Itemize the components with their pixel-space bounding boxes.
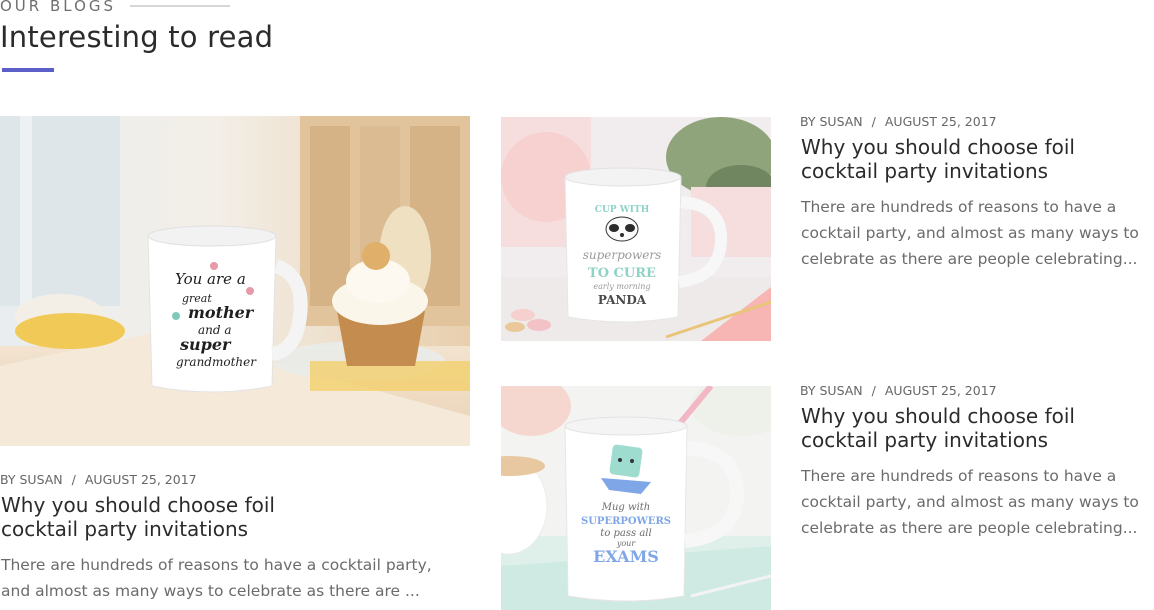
mug-text-line-5: PANDA: [598, 293, 647, 307]
meta-separator: /: [871, 114, 876, 129]
post-author: BY SUSAN: [0, 472, 63, 487]
post-meta: BY SUSAN / AUGUST 25, 2017: [0, 472, 197, 487]
section-title: Interesting to read: [0, 20, 274, 54]
post-title-link[interactable]: Why you should choose foil cocktail part…: [801, 404, 1151, 452]
mug-text-line-6: grandmother: [176, 355, 257, 369]
post-image[interactable]: Mug with SUPERPOWERS to pass all your EX…: [501, 386, 771, 610]
post-date: AUGUST 25, 2017: [884, 114, 997, 129]
exams-mug-photo-icon: Mug with SUPERPOWERS to pass all your EX…: [501, 386, 771, 610]
meta-separator: /: [71, 472, 76, 487]
mug-text-line-1: CUP WITH: [595, 205, 650, 215]
mug-text-line-3: to pass all: [600, 528, 651, 539]
mug-text-line-5: EXAMS: [593, 547, 659, 566]
post-excerpt: There are hundreds of reasons to have a …: [1, 556, 432, 600]
post-date: AUGUST 25, 2017: [884, 383, 997, 398]
mug-text-line-3: mother: [188, 303, 255, 322]
post-image[interactable]: CUP WITH superpowers TO CURE early morni…: [501, 117, 771, 341]
post-title-link[interactable]: Why you should choose foil cocktail part…: [801, 135, 1151, 183]
mug-text-line-4: early morning: [593, 282, 650, 291]
mug-text-line-2: superpowers: [583, 248, 662, 262]
post-meta: BY SUSAN / AUGUST 25, 2017: [800, 114, 997, 129]
mug-text-line-5: super: [179, 335, 232, 354]
post-author: BY SUSAN: [800, 383, 863, 398]
mug-text-line-2: SUPERPOWERS: [581, 516, 671, 527]
post-date: AUGUST 25, 2017: [84, 472, 197, 487]
post-excerpt: There are hundreds of reasons to have a …: [801, 198, 1139, 268]
section-eyebrow: OUR BLOGS: [0, 0, 231, 16]
section-title-underline: [2, 68, 54, 72]
mug-text-line-1: You are a: [175, 270, 246, 288]
post-meta: BY SUSAN / AUGUST 25, 2017: [800, 383, 997, 398]
featured-post-image[interactable]: You are a great mother and a super grand…: [0, 116, 470, 446]
meta-separator: /: [871, 383, 876, 398]
section-eyebrow-label: OUR BLOGS: [0, 0, 117, 15]
post-excerpt: There are hundreds of reasons to have a …: [801, 467, 1139, 537]
mug-text-line-3: TO CURE: [588, 266, 656, 281]
post-title-link[interactable]: Why you should choose foil cocktail part…: [1, 493, 351, 541]
eyebrow-divider: [130, 5, 231, 7]
panda-mug-photo-icon: CUP WITH superpowers TO CURE early morni…: [501, 117, 771, 341]
mug-with-cupcake-photo-icon: You are a great mother and a super grand…: [0, 116, 470, 446]
mug-text-line-1: Mug with: [601, 502, 650, 513]
post-author: BY SUSAN: [800, 114, 863, 129]
